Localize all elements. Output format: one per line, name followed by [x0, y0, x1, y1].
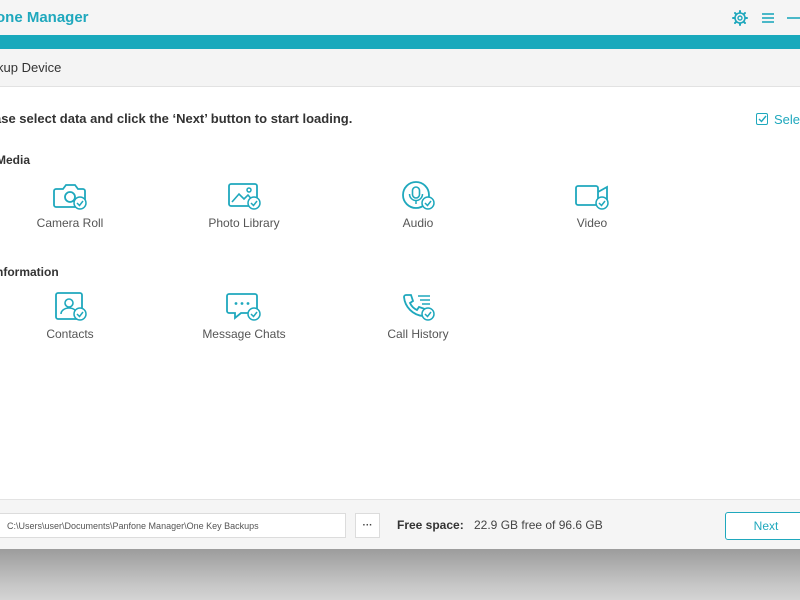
item-audio[interactable]: Audio: [358, 181, 478, 230]
item-photo-library[interactable]: Photo Library: [184, 181, 304, 230]
item-label: Camera Roll: [36, 216, 104, 230]
item-video[interactable]: Video: [532, 181, 652, 230]
phone-icon: [403, 294, 435, 321]
item-call-history[interactable]: Call History: [358, 292, 478, 341]
camera-icon: [53, 184, 87, 210]
free-space-value: 22.9 GB free of 96.6 GB: [474, 518, 603, 532]
item-message-chats[interactable]: Message Chats: [184, 292, 304, 341]
video-camera-icon: [575, 185, 609, 210]
minimize-icon[interactable]: [784, 8, 800, 28]
free-space-label: Free space:: [397, 518, 464, 532]
item-label: Contacts: [46, 327, 94, 341]
item-contacts[interactable]: Contacts: [10, 292, 130, 341]
main-panel: ase select data and click the ‘Next’ but…: [0, 87, 800, 499]
window-shadow: [0, 549, 800, 600]
title-bar: one Manager: [0, 0, 800, 35]
instruction-text: ase select data and click the ‘Next’ but…: [0, 111, 353, 126]
app-title: one Manager: [0, 9, 89, 26]
subheader: kup Device: [0, 49, 800, 87]
menu-icon[interactable]: [758, 8, 778, 28]
backup-path-field[interactable]: C:\Users\user\Documents\Panfone Manager\…: [0, 513, 346, 538]
photo-icon: [228, 183, 261, 210]
item-label: Video: [576, 216, 608, 230]
item-label: Audio: [402, 216, 434, 230]
microphone-icon: [402, 181, 435, 210]
item-camera-roll[interactable]: Camera Roll: [10, 181, 130, 230]
browse-button[interactable]: ···: [355, 513, 380, 538]
page-title: kup Device: [0, 60, 62, 75]
footer-bar: C:\Users\user\Documents\Panfone Manager\…: [0, 499, 800, 549]
item-label: Call History: [387, 327, 449, 341]
checkbox-icon: [756, 113, 768, 125]
item-label: Photo Library: [208, 216, 280, 230]
section-label-media: Media: [0, 153, 31, 167]
item-label: Message Chats: [202, 327, 286, 341]
gear-icon[interactable]: [730, 8, 750, 28]
select-all-label: Selec: [774, 111, 800, 127]
message-bubble-icon: [226, 293, 261, 321]
contact-card-icon: [55, 292, 87, 321]
select-all-checkbox[interactable]: Selec: [756, 111, 800, 127]
header-accent-band: [0, 35, 800, 49]
next-button[interactable]: Next: [725, 512, 800, 540]
section-label-information: nformation: [0, 265, 59, 279]
